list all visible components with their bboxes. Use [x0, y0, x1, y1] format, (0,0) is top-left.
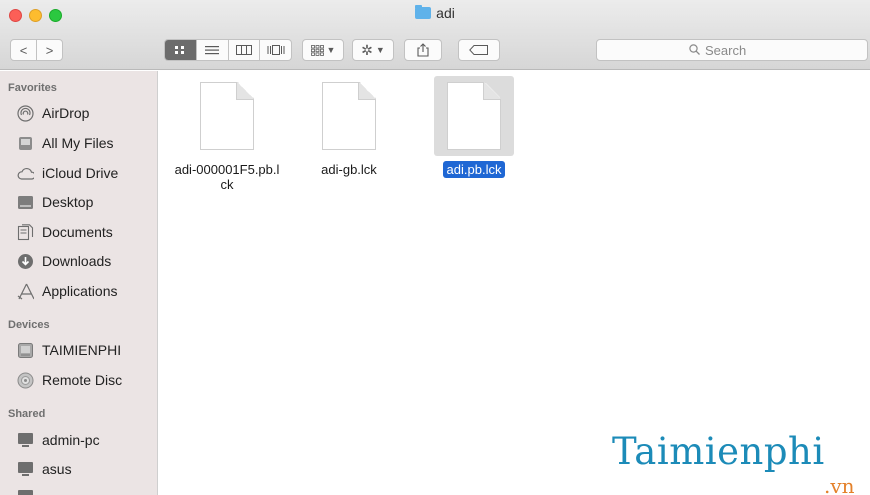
chevron-right-icon: > [45, 42, 54, 58]
sidebar-heading-devices: Devices [8, 319, 50, 331]
file-item[interactable]: adi-000001F5.pb.lck [169, 76, 285, 193]
sidebar-heading-favorites: Favorites [8, 82, 57, 94]
cloud-icon [17, 165, 34, 182]
sidebar-item-label: Documents [42, 224, 113, 240]
disc-icon [17, 372, 34, 389]
view-mode-switcher [164, 39, 292, 61]
sidebar-item-desktop[interactable]: Desktop [17, 190, 93, 214]
desktop-icon [17, 194, 34, 211]
chevron-left-icon: < [19, 42, 28, 58]
airdrop-icon [17, 104, 34, 122]
sidebar-item-label: AirDrop [42, 105, 90, 121]
sidebar-item-label: Desktop [42, 194, 94, 210]
monitor-icon [17, 432, 34, 449]
file-name: adi-000001F5.pb.lck [174, 162, 280, 192]
sidebar-item-label: Applications [42, 283, 118, 299]
sidebar-item-label: TAIMIENPHI [42, 342, 122, 358]
sidebar-item-taimienphi[interactable]: TAIMIENPHI [17, 338, 121, 362]
watermark-suffix: .vn [824, 474, 855, 495]
arrange-button[interactable]: ▼ [302, 39, 344, 61]
list-view-icon [205, 46, 220, 55]
file-thumbnail [434, 76, 514, 156]
file-item-selected[interactable]: adi.pb.lck [416, 76, 532, 178]
list-view-button[interactable] [197, 40, 229, 60]
window-title-text: adi [436, 5, 455, 21]
column-view-icon [235, 45, 252, 55]
search-field[interactable] [596, 39, 868, 61]
sidebar-item-remote-disc[interactable]: Remote Disc [17, 368, 122, 392]
file-thumbnail [309, 76, 389, 156]
sidebar-item-icloud-drive[interactable]: iCloud Drive [17, 161, 118, 185]
sidebar-item-label: Downloads [42, 253, 112, 269]
monitor-icon [17, 461, 34, 478]
sidebar-item-partial[interactable] [17, 485, 42, 495]
action-button[interactable]: ✲ ▼ [352, 39, 394, 61]
document-icon [322, 82, 376, 150]
sidebar-item-label: admin-pc [42, 432, 100, 448]
sidebar-item-downloads[interactable]: Downloads [17, 249, 111, 273]
sidebar-item-label: Remote Disc [42, 372, 123, 388]
share-icon [417, 43, 429, 57]
document-icon [447, 82, 501, 150]
sidebar-item-label: iCloud Drive [42, 165, 119, 181]
search-icon [689, 43, 700, 58]
arrange-grid-icon [310, 44, 324, 56]
sidebar: Favorites AirDrop All My Files iCloud Dr… [0, 71, 158, 495]
search-input[interactable] [705, 42, 775, 58]
chevron-down-icon: ▼ [326, 45, 336, 55]
watermark-logo: Taimienphi .vn [612, 430, 855, 495]
downloads-icon [17, 253, 34, 270]
sidebar-item-label: All My Files [42, 135, 114, 151]
folder-icon [415, 5, 432, 19]
chevron-down-icon: ▼ [375, 45, 385, 55]
gear-icon: ✲ [361, 41, 373, 58]
file-name: adi.pb.lck [442, 161, 506, 178]
window-title: adi [0, 5, 870, 21]
file-thumbnail [187, 76, 267, 156]
finder-window: adi < > ▼ ✲ ▼ Search Favorites AirDrop A… [0, 0, 870, 495]
tag-icon [469, 45, 488, 55]
disk-icon [17, 342, 34, 359]
icon-view-button[interactable] [165, 40, 197, 60]
column-view-button[interactable] [229, 40, 261, 60]
sidebar-item-all-my-files[interactable]: All My Files [17, 131, 114, 155]
cover-flow-view-button[interactable] [260, 40, 291, 60]
tags-button[interactable] [458, 39, 500, 61]
applications-icon [17, 283, 34, 300]
sidebar-item-label: asus [42, 461, 72, 477]
sidebar-item-admin-pc[interactable]: admin-pc [17, 428, 100, 452]
icon-view-icon [175, 46, 185, 54]
sidebar-item-airdrop[interactable]: AirDrop [17, 101, 89, 125]
file-item[interactable]: adi-gb.lck [291, 76, 407, 178]
forward-button[interactable]: > [36, 39, 63, 61]
title-bar: adi < > ▼ ✲ ▼ [0, 0, 870, 70]
share-button[interactable] [404, 39, 442, 61]
sidebar-heading-shared: Shared [8, 408, 46, 420]
all-my-files-icon [17, 135, 34, 152]
file-name: adi-gb.lck [321, 162, 377, 177]
documents-icon [17, 223, 34, 241]
watermark-text: Taimienphi [612, 430, 825, 473]
monitor-icon [17, 489, 34, 495]
cover-flow-icon [267, 45, 285, 55]
sidebar-item-applications[interactable]: Applications [17, 279, 118, 303]
sidebar-item-asus[interactable]: asus [17, 457, 72, 481]
back-button[interactable]: < [10, 39, 37, 61]
document-icon [200, 82, 254, 150]
sidebar-item-documents[interactable]: Documents [17, 220, 113, 244]
